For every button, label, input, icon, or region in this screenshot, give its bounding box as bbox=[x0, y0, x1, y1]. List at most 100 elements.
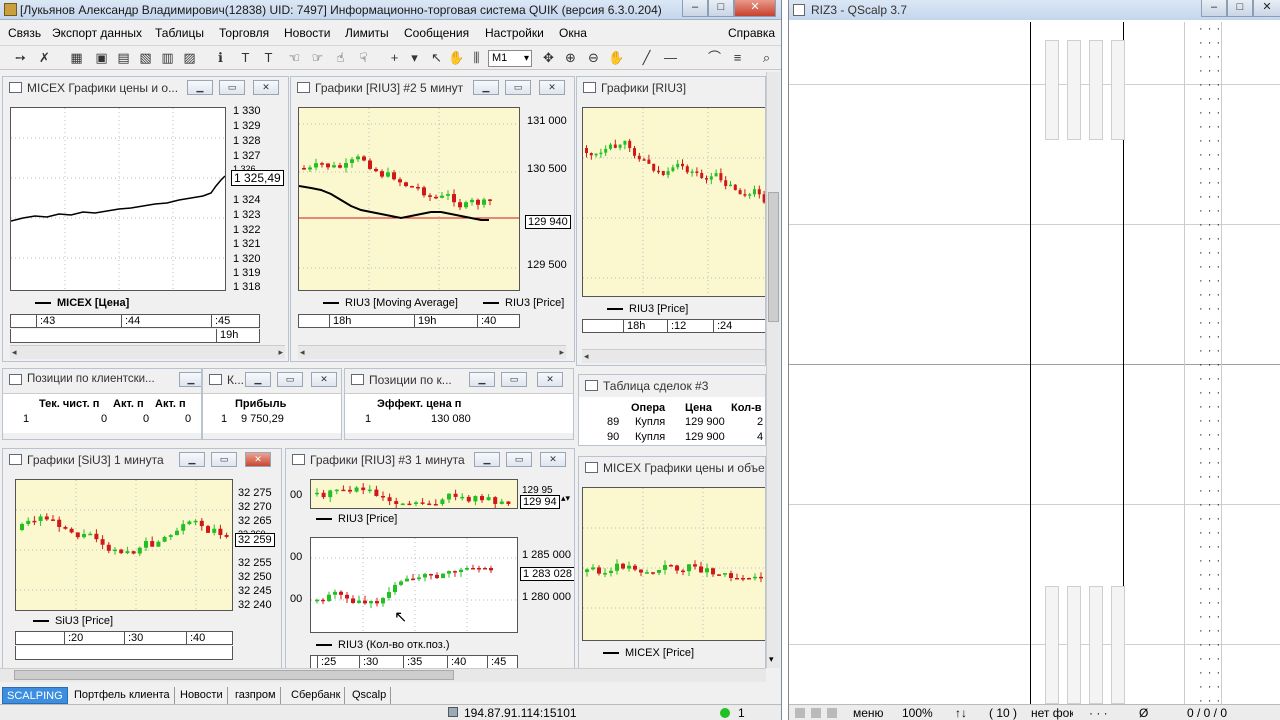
filter-table-icon[interactable]: ▧ bbox=[137, 50, 154, 66]
scroll-thumb[interactable] bbox=[768, 192, 779, 322]
siu3-plot[interactable] bbox=[15, 479, 233, 611]
horizontal-scrollbar[interactable]: ◂ ▸ bbox=[10, 345, 285, 359]
dropdown-arrow-icon[interactable]: ▾ bbox=[406, 50, 423, 66]
candle-body bbox=[628, 140, 632, 149]
scroll-left-icon[interactable]: ◂ bbox=[300, 347, 305, 358]
minimize-button[interactable]: ▁ bbox=[179, 372, 201, 387]
levels-icon[interactable]: ≡ bbox=[729, 50, 746, 66]
menu-help[interactable]: Справка bbox=[728, 26, 775, 40]
maximize-button[interactable]: ▭ bbox=[211, 452, 237, 467]
vertical-scrollbar[interactable]: ▾ bbox=[766, 72, 780, 668]
connect-icon[interactable]: ➙ bbox=[12, 50, 29, 66]
minimize-button[interactable]: ▁ bbox=[469, 372, 495, 387]
close-button[interactable]: ✕ bbox=[537, 372, 563, 387]
close-button[interactable]: ✕ bbox=[539, 80, 565, 95]
table-icon[interactable]: ▦ bbox=[68, 50, 85, 66]
candles-icon[interactable]: ⫼ bbox=[468, 50, 485, 66]
riu3-5min-plot[interactable] bbox=[298, 107, 520, 291]
close-button[interactable]: ✕ bbox=[311, 372, 337, 387]
micex-plot[interactable] bbox=[10, 107, 226, 291]
riu3-1min-top-plot[interactable] bbox=[310, 479, 518, 509]
menu-connection[interactable]: Связь bbox=[8, 26, 41, 40]
menu-news[interactable]: Новости bbox=[284, 26, 330, 40]
maximize-button[interactable]: □ bbox=[708, 0, 734, 17]
alert-icon[interactable]: T bbox=[237, 50, 254, 66]
minimize-button[interactable]: ▁ bbox=[474, 452, 500, 467]
scroll-left-icon[interactable]: ◂ bbox=[584, 351, 589, 362]
hand-cancel-icon[interactable]: ☟ bbox=[355, 50, 372, 66]
zoom-level[interactable]: 100% bbox=[902, 706, 933, 720]
horizontal-scrollbar[interactable]: ◂ bbox=[582, 349, 765, 363]
cursor-icon[interactable]: ↖ bbox=[428, 50, 445, 66]
chart-window-icon bbox=[297, 82, 310, 93]
minimize-button[interactable]: ▁ bbox=[187, 80, 213, 95]
minimize-button[interactable]: – bbox=[1201, 0, 1227, 17]
close-button[interactable]: ✕ bbox=[1253, 0, 1280, 17]
tab-portfolio[interactable]: Портфель клиента bbox=[70, 687, 175, 704]
menu-limits[interactable]: Лимиты bbox=[345, 26, 389, 40]
time-axis: :25 :30 :35 :40 :45 bbox=[310, 655, 518, 669]
tab-gazprom[interactable]: газпром bbox=[231, 687, 281, 704]
riu3-plot[interactable] bbox=[582, 107, 766, 297]
micex2-plot[interactable] bbox=[582, 487, 766, 641]
add-icon[interactable]: + bbox=[386, 50, 403, 66]
maximize-button[interactable]: ▭ bbox=[277, 372, 303, 387]
minimize-button[interactable]: ▁ bbox=[473, 80, 499, 95]
menu-messages[interactable]: Сообщения bbox=[404, 26, 469, 40]
hand-sell-icon[interactable]: ☞ bbox=[309, 50, 326, 66]
scroll-up-down-icon[interactable]: ▴▾ bbox=[561, 493, 570, 504]
interval-select[interactable]: M1 bbox=[488, 50, 532, 67]
zoom-in-icon[interactable]: ⊕ bbox=[562, 50, 579, 66]
grab-icon[interactable]: ✋ bbox=[608, 50, 625, 66]
menu-windows[interactable]: Окна bbox=[559, 26, 587, 40]
tab-news[interactable]: Новости bbox=[176, 687, 228, 704]
minimize-button[interactable]: ▁ bbox=[245, 372, 271, 387]
candle-body bbox=[453, 493, 458, 497]
scroll-thumb[interactable] bbox=[14, 670, 454, 680]
menu-trading[interactable]: Торговля bbox=[219, 26, 269, 40]
close-button[interactable]: ✕ bbox=[245, 452, 271, 467]
orders-icon[interactable]: ▥ bbox=[159, 50, 176, 66]
menu-button[interactable]: меню bbox=[853, 706, 884, 720]
riu3-1min-plot[interactable] bbox=[310, 537, 518, 633]
horizontal-scrollbar[interactable]: ◂ ▸ bbox=[298, 345, 566, 359]
tab-sberbank[interactable]: Сбербанк bbox=[287, 687, 346, 704]
zoom-out-icon[interactable]: ⊖ bbox=[585, 50, 602, 66]
info-icon[interactable]: ℹ bbox=[212, 50, 229, 66]
trendline-icon[interactable]: ╱ bbox=[638, 50, 655, 66]
scroll-right-icon[interactable]: ▸ bbox=[278, 347, 283, 358]
maximize-button[interactable]: □ bbox=[1227, 0, 1253, 17]
main-horizontal-scrollbar[interactable] bbox=[0, 668, 766, 682]
text-icon[interactable]: T bbox=[260, 50, 277, 66]
pan-hand-icon[interactable]: ✋ bbox=[448, 50, 465, 66]
tab-qscalp[interactable]: Qscalp bbox=[348, 687, 392, 704]
close-button[interactable]: ✕ bbox=[540, 452, 566, 467]
menu-export[interactable]: Экспорт данных bbox=[52, 26, 142, 40]
minimize-button[interactable]: – bbox=[682, 0, 708, 17]
move-icon[interactable]: ✥ bbox=[540, 50, 557, 66]
scroll-right-icon[interactable]: ▸ bbox=[559, 347, 564, 358]
hline-icon[interactable]: — bbox=[662, 50, 679, 66]
minimize-button[interactable]: ▁ bbox=[179, 452, 205, 467]
menu-tables[interactable]: Таблицы bbox=[155, 26, 204, 40]
menu-settings[interactable]: Настройки bbox=[485, 26, 544, 40]
sort-icon[interactable]: ↑↓ bbox=[955, 706, 967, 720]
scroll-left-icon[interactable]: ◂ bbox=[12, 347, 17, 358]
tab-scalping[interactable]: SCALPING bbox=[2, 687, 68, 704]
maximize-button[interactable]: ▭ bbox=[501, 372, 527, 387]
scroll-down-icon[interactable]: ▾ bbox=[769, 654, 774, 665]
close-button[interactable]: ✕ bbox=[253, 80, 279, 95]
portfolio-icon[interactable]: ▨ bbox=[181, 50, 198, 66]
volume-setting[interactable]: ( 10 ) bbox=[989, 706, 1017, 720]
search-icon[interactable]: ⌕ bbox=[758, 50, 775, 66]
hand-buy-icon[interactable]: ☜ bbox=[286, 50, 303, 66]
maximize-button[interactable]: ▭ bbox=[506, 452, 532, 467]
hand-stop-icon[interactable]: ☝ bbox=[332, 50, 349, 66]
disconnect-icon[interactable]: ✗ bbox=[36, 50, 53, 66]
window-icon[interactable]: ▣ bbox=[93, 50, 110, 66]
maximize-button[interactable]: ▭ bbox=[505, 80, 531, 95]
close-button[interactable]: ✕ bbox=[734, 0, 776, 17]
maximize-button[interactable]: ▭ bbox=[219, 80, 245, 95]
grid-icon[interactable]: ▤ bbox=[115, 50, 132, 66]
arc-icon[interactable]: ⌒ bbox=[706, 50, 723, 66]
